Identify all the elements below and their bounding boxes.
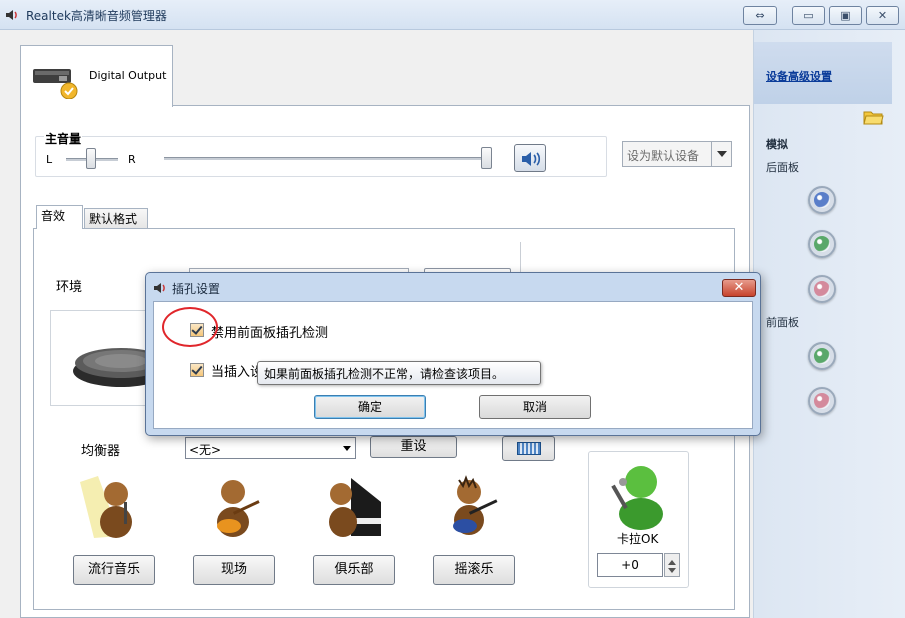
- enable-popup-checkbox[interactable]: [190, 363, 204, 377]
- highlight-circle: [162, 307, 218, 347]
- tab-default-format[interactable]: 默认格式: [84, 208, 148, 229]
- back-panel-label: 后面板: [766, 161, 799, 174]
- maximize-icon: ▣: [840, 9, 851, 22]
- close-icon: ✕: [877, 9, 888, 22]
- cancel-button[interactable]: 取消: [479, 395, 591, 419]
- master-volume-title: 主音量: [44, 130, 83, 147]
- window-title: Realtek高清晰音频管理器: [26, 9, 167, 23]
- dialog-title: 插孔设置: [172, 282, 221, 296]
- chevron-down-icon: [711, 142, 731, 166]
- ok-button[interactable]: 确定: [314, 395, 426, 419]
- device-tab-label: Digital Output: [89, 69, 167, 82]
- back-jack-green[interactable]: [808, 230, 836, 258]
- equalizer-selected-value: <无>: [189, 443, 222, 457]
- karaoke-singer-icon: [611, 466, 663, 530]
- title-bar: Realtek高清晰音频管理器 ⇔ ▭ ▣ ✕: [0, 0, 905, 30]
- equalizer-graph-icon: [517, 442, 541, 455]
- close-button[interactable]: ✕: [866, 6, 899, 25]
- balance-right-label: R: [128, 153, 136, 166]
- preset-pop-button[interactable]: 流行音乐: [73, 555, 155, 585]
- equalizer-reset-button[interactable]: 重设: [370, 436, 457, 458]
- tooltip: 如果前面板插孔检测不正常，请检查该项目。: [257, 361, 541, 385]
- mute-button[interactable]: [514, 144, 546, 172]
- volume-track[interactable]: [164, 157, 488, 160]
- equalizer-preset-select[interactable]: <无>: [185, 437, 356, 459]
- karaoke-value-input[interactable]: +0: [597, 553, 663, 577]
- speaker-icon: [522, 152, 541, 166]
- advanced-settings-link[interactable]: 设备高级设置: [766, 68, 832, 84]
- disable-front-jack-detect-label: 禁用前面板插孔检测: [211, 326, 329, 341]
- environment-label: 环境: [56, 280, 83, 295]
- tab-digital-output[interactable]: Digital Output: [20, 45, 173, 107]
- live-guitarist-icon: [217, 480, 260, 537]
- jack-settings-dialog: 插孔设置 ✕: [145, 272, 761, 436]
- equalizer-label: 均衡器: [81, 444, 121, 459]
- preset-club-button[interactable]: 俱乐部: [313, 555, 395, 585]
- folder-icon[interactable]: [862, 108, 884, 126]
- graphic-equalizer-button[interactable]: [502, 436, 555, 461]
- minimize-icon: ▭: [803, 9, 814, 22]
- back-jack-pink[interactable]: [808, 275, 836, 303]
- arrows-icon: ⇔: [755, 9, 765, 22]
- rock-guitarist-icon: [453, 475, 498, 535]
- karaoke-label: 卡拉OK: [617, 532, 659, 546]
- maximize-button[interactable]: ▣: [829, 6, 862, 25]
- set-default-device-dropdown[interactable]: 设为默认设备: [622, 141, 732, 167]
- dialog-close-button[interactable]: ✕: [722, 279, 756, 297]
- tab-sound-effects[interactable]: 音效: [36, 205, 83, 229]
- chevron-up-icon[interactable]: [668, 556, 676, 565]
- club-pianist-icon: [329, 478, 381, 537]
- front-jack-green[interactable]: [808, 342, 836, 370]
- speaker-icon: [154, 283, 165, 293]
- balance-slider-thumb[interactable]: [86, 148, 96, 169]
- default-device-label: 设为默认设备: [627, 149, 700, 163]
- preset-rock-button[interactable]: 摇滚乐: [433, 555, 515, 585]
- close-icon: ✕: [733, 280, 745, 295]
- karaoke-stepper[interactable]: [664, 553, 680, 577]
- side-header: 设备高级设置: [754, 42, 892, 104]
- back-jack-blue[interactable]: [808, 186, 836, 214]
- enable-popup-label: 当插入设: [211, 365, 264, 380]
- minimize-button[interactable]: ▭: [792, 6, 825, 25]
- pop-singer-icon: [80, 476, 132, 538]
- chevron-down-icon[interactable]: [668, 568, 676, 577]
- analog-label: 模拟: [766, 138, 788, 151]
- front-jack-pink[interactable]: [808, 387, 836, 415]
- environment-preview: [50, 310, 150, 406]
- side-panel: 设备高级设置 模拟 后面板 前面板: [753, 30, 905, 618]
- balance-left-label: L: [46, 153, 53, 166]
- environment-disc-image: [73, 348, 149, 387]
- restore-panel-button[interactable]: ⇔: [743, 6, 777, 25]
- speaker-icon: [6, 10, 17, 20]
- preset-live-button[interactable]: 现场: [193, 555, 275, 585]
- digital-output-device-icon: [33, 69, 78, 99]
- volume-slider-thumb[interactable]: [481, 147, 492, 169]
- chevron-down-icon: [343, 446, 351, 455]
- front-panel-label: 前面板: [766, 316, 799, 329]
